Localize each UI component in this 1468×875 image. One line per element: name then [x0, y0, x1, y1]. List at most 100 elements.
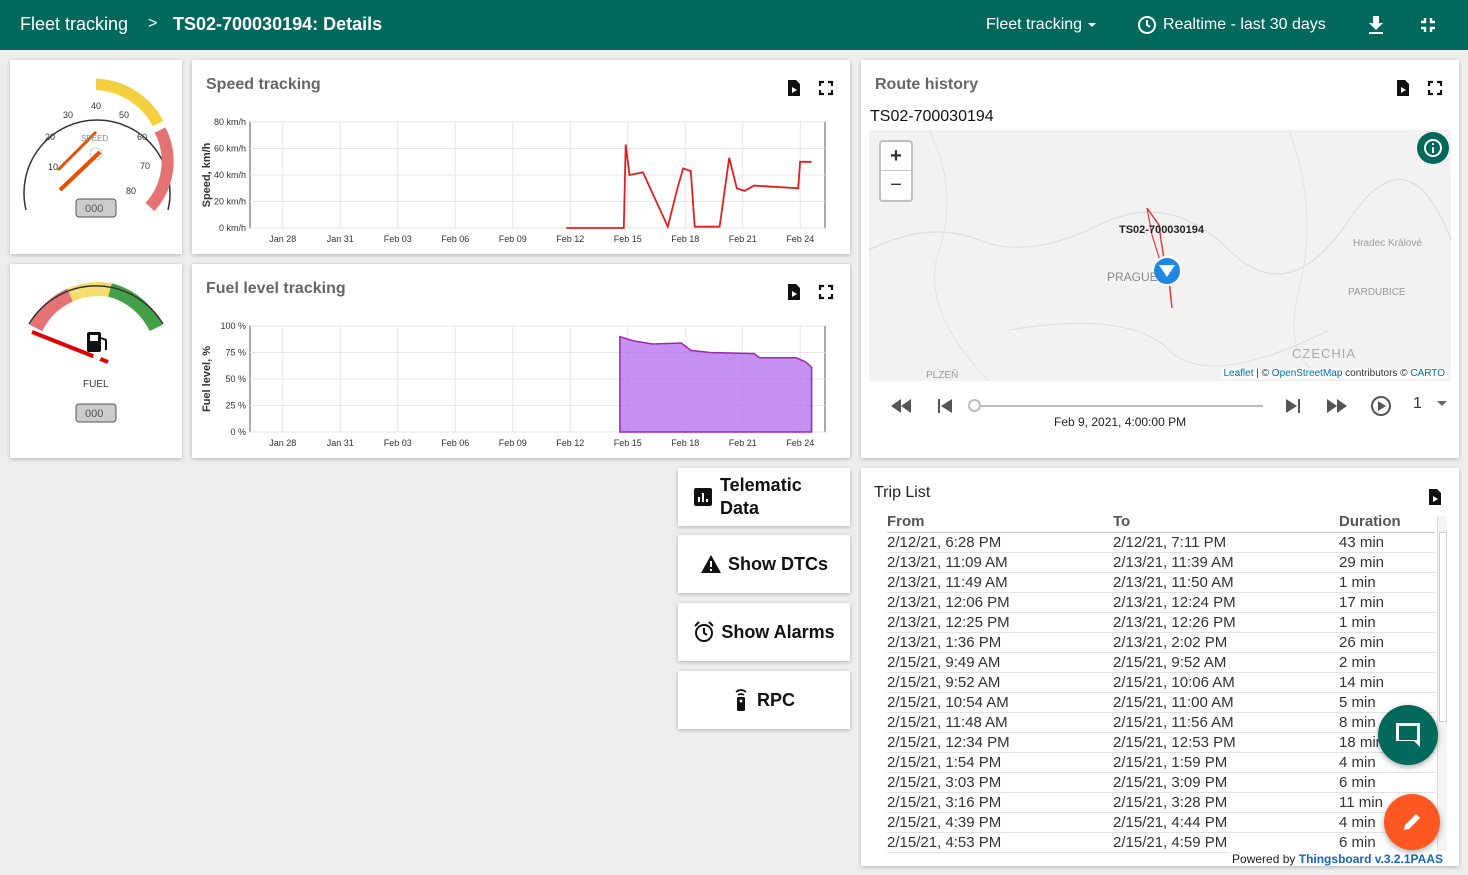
table-row[interactable]: 2/15/21, 10:54 AM 2/15/21, 11:00 AM 5 min: [887, 693, 1435, 713]
trip-table: From To Duration 2/12/21, 6:28 PM 2/12/21…: [887, 513, 1435, 853]
table-row[interactable]: 2/13/21, 1:36 PM 2/13/21, 2:02 PM 26 min: [887, 633, 1435, 653]
cell-from: 2/15/21, 4:39 PM: [887, 814, 1002, 831]
cell-from: 2/13/21, 12:06 PM: [887, 594, 1010, 611]
column-duration[interactable]: Duration: [1339, 513, 1435, 532]
exit-fullscreen-icon[interactable]: [1420, 17, 1436, 33]
top-bar: Fleet tracking > TS02-700030194: Details…: [0, 0, 1468, 50]
info-button[interactable]: [1417, 132, 1449, 164]
powered-by-text: Powered by: [1232, 852, 1299, 866]
x-tick-label: Feb 06: [441, 438, 469, 448]
cell-to: 2/15/21, 11:00 AM: [1113, 694, 1234, 711]
map-background: TS02-700030194 PRAGUE Hradec Králové PAR…: [869, 130, 1451, 381]
timeline-slider-thumb[interactable]: [968, 399, 981, 412]
speed-tick-50: 50: [119, 110, 129, 120]
telematic-data-button[interactable]: Telematic Data: [678, 468, 850, 526]
x-tick-label: Feb 18: [671, 438, 699, 448]
show-dtcs-button[interactable]: Show DTCs: [678, 535, 850, 593]
table-row[interactable]: 2/15/21, 9:49 AM 2/15/21, 9:52 AM 2 min: [887, 653, 1435, 673]
show-dtcs-label: Show DTCs: [727, 553, 828, 574]
fast-rewind-icon[interactable]: [891, 399, 911, 413]
play-icon[interactable]: [1370, 395, 1392, 417]
table-row[interactable]: 2/15/21, 9:52 AM 2/15/21, 10:06 AM 14 min: [887, 673, 1435, 693]
route-device-name: TS02-700030194: [870, 108, 994, 125]
speed-gauge-card: 10 20 30 40 50 60 70 80 SPEED 000: [10, 60, 182, 254]
scrollbar[interactable]: [1437, 516, 1447, 851]
cell-to: 2/15/21, 9:52 AM: [1113, 654, 1227, 671]
x-tick-label: Feb 24: [786, 234, 814, 244]
y-tick-label: 0 %: [230, 427, 246, 437]
caret-down-icon[interactable]: [1436, 398, 1448, 410]
cell-duration: 6 min: [1339, 774, 1376, 791]
breadcrumb-root[interactable]: Fleet tracking: [20, 14, 128, 35]
table-row[interactable]: 2/15/21, 4:53 PM 2/15/21, 4:59 PM 6 min: [887, 833, 1435, 853]
table-row[interactable]: 2/13/21, 12:06 PM 2/13/21, 12:24 PM 17 min: [887, 593, 1435, 613]
skip-previous-icon[interactable]: [938, 399, 952, 413]
fullscreen-icon[interactable]: [1427, 80, 1443, 96]
cell-from: 2/15/21, 10:54 AM: [887, 694, 1009, 711]
export-file-icon[interactable]: [1427, 489, 1443, 505]
table-row[interactable]: 2/15/21, 1:54 PM 2/15/21, 1:59 PM 4 min: [887, 753, 1435, 773]
fast-forward-icon[interactable]: [1327, 399, 1347, 413]
y-axis-label: Fuel level, %: [201, 346, 213, 412]
clock-icon: [1138, 16, 1156, 34]
alarm-clock-icon: [694, 621, 715, 642]
info-icon: [1424, 139, 1442, 157]
osm-link[interactable]: OpenStreetMap: [1272, 368, 1343, 379]
x-tick-label: Feb 12: [556, 438, 584, 448]
cell-duration: 43 min: [1339, 534, 1385, 551]
table-row[interactable]: 2/15/21, 3:03 PM 2/15/21, 3:09 PM 6 min: [887, 773, 1435, 793]
y-tick-label: 20 km/h: [214, 197, 246, 207]
x-tick-label: Jan 28: [269, 234, 296, 244]
state-select[interactable]: Fleet tracking: [986, 0, 1099, 50]
timeline-slider[interactable]: [973, 405, 1263, 407]
x-tick-label: Feb 21: [729, 234, 757, 244]
export-file-icon[interactable]: [1395, 80, 1411, 96]
table-row[interactable]: 2/15/21, 11:48 AM 2/15/21, 11:56 AM 8 min: [887, 713, 1435, 733]
trip-list-card: Trip List From To Duration 2/12/21, 6:28…: [861, 468, 1459, 866]
scrollbar-thumb[interactable]: [1439, 532, 1447, 722]
remote-icon: [735, 689, 747, 711]
x-tick-label: Feb 21: [729, 438, 757, 448]
playback-speed-select[interactable]: 1: [1413, 395, 1422, 413]
zoom-in-button[interactable]: +: [881, 142, 911, 171]
thingsboard-link[interactable]: Thingsboard v.3.2.1PAAS: [1299, 852, 1443, 866]
carto-link[interactable]: CARTO: [1410, 368, 1445, 379]
table-row[interactable]: 2/13/21, 11:09 AM 2/13/21, 11:39 AM 29 min: [887, 553, 1435, 573]
route-history-title: Route history: [875, 76, 979, 93]
edit-button[interactable]: [1384, 794, 1440, 850]
x-tick-label: Feb 09: [499, 234, 527, 244]
table-row[interactable]: 2/13/21, 11:49 AM 2/13/21, 11:50 AM 1 min: [887, 573, 1435, 593]
fuel-gauge-card: FUEL 000: [10, 264, 182, 458]
table-row[interactable]: 2/15/21, 3:16 PM 2/15/21, 3:28 PM 11 min: [887, 793, 1435, 813]
speed-gauge: 10 20 30 40 50 60 70 80 SPEED 000: [23, 78, 174, 218]
show-alarms-label: Show Alarms: [721, 621, 835, 642]
cell-from: 2/13/21, 11:49 AM: [887, 574, 1008, 591]
y-tick-label: 25 %: [225, 401, 246, 411]
map[interactable]: TS02-700030194 PRAGUE Hradec Králové PAR…: [869, 130, 1451, 381]
rpc-label: RPC: [756, 689, 795, 710]
playback-timestamp: Feb 9, 2021, 4:00:00 PM: [1054, 415, 1187, 429]
table-row[interactable]: 2/12/21, 6:28 PM 2/12/21, 7:11 PM 43 min: [887, 533, 1435, 553]
trip-table-header: From To Duration: [887, 513, 1435, 533]
warning-icon: [700, 555, 721, 573]
timewindow-button[interactable]: Realtime - last 30 days: [1137, 0, 1326, 50]
skip-next-icon[interactable]: [1286, 399, 1300, 413]
speed-chart: Jan 28 Jan 31 Feb 03 Feb 06 Feb 09 Feb 12 Feb …: [201, 117, 826, 244]
column-from[interactable]: From: [887, 513, 1113, 532]
zoom-out-button[interactable]: −: [881, 171, 911, 200]
table-row[interactable]: 2/15/21, 12:34 PM 2/15/21, 12:53 PM 18 min: [887, 733, 1435, 753]
x-tick-label: Feb 03: [384, 234, 412, 244]
rpc-button[interactable]: RPC: [678, 671, 850, 729]
leaflet-link[interactable]: Leaflet: [1223, 368, 1253, 379]
column-to[interactable]: To: [1113, 513, 1339, 532]
x-tick-label: Jan 31: [327, 438, 354, 448]
table-row[interactable]: 2/13/21, 12:25 PM 2/13/21, 12:26 PM 1 min: [887, 613, 1435, 633]
show-alarms-button[interactable]: Show Alarms: [678, 603, 850, 661]
map-label-prague: PRAGUE: [1107, 270, 1158, 284]
chat-button[interactable]: [1378, 705, 1438, 765]
y-tick-label: 50 %: [225, 374, 246, 384]
map-attribution: Leaflet | © OpenStreetMap contributors ©…: [1221, 368, 1447, 379]
x-tick-label: Jan 28: [269, 438, 296, 448]
table-row[interactable]: 2/15/21, 4:39 PM 2/15/21, 4:44 PM 4 min: [887, 813, 1435, 833]
download-icon[interactable]: [1367, 15, 1385, 35]
